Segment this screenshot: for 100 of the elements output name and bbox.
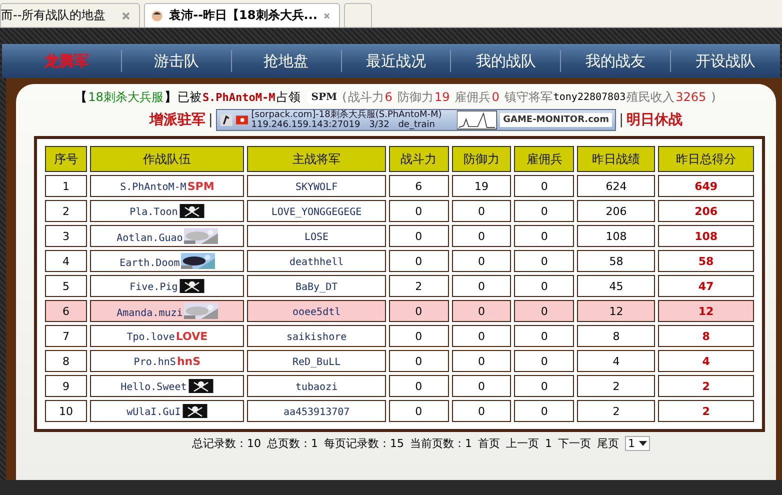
table-cell: 1 — [45, 175, 87, 197]
occupied-text: 占领 — [276, 88, 300, 106]
table-cell: SKYWOLF — [247, 175, 386, 197]
general-name: tony22807803 — [553, 92, 626, 102]
banner-players: 3/32 — [369, 120, 390, 130]
table-cell: 0 — [452, 400, 512, 422]
table-cell: 8 — [45, 350, 87, 372]
table-cell: 0 — [514, 200, 574, 222]
team-link[interactable]: wUlaI.GuI — [126, 407, 181, 418]
table-cell: 58 — [658, 250, 754, 272]
stat-label: 雇佣兵 — [454, 88, 491, 106]
table-cell: 3 — [45, 225, 87, 247]
page-select[interactable]: 1 — [625, 436, 650, 451]
browser-tab[interactable]: 而--所有战队的地盘 — [0, 3, 140, 27]
table-cell: deathhell — [247, 250, 386, 272]
reinforce-link[interactable]: 增派驻军 — [149, 111, 206, 129]
column-header: 战斗力 — [388, 146, 449, 172]
income-value: 3265 — [676, 90, 706, 104]
nav-link[interactable]: 抢地盘 — [232, 52, 341, 70]
table-cell: 12 — [658, 300, 754, 322]
team-link[interactable]: Tpo.love — [126, 332, 175, 342]
team-logo: SPM — [187, 180, 214, 192]
table-cell: 10 — [45, 400, 87, 422]
nav-link[interactable]: 我的战友 — [561, 52, 670, 70]
owner-name: S.PhAntoM-M — [202, 90, 276, 104]
team-link[interactable]: Pro.hnS — [134, 356, 176, 368]
team-link[interactable]: Aotlan.Guao — [116, 233, 183, 244]
table-cell: 206 — [577, 200, 656, 222]
table-cell: 0 — [514, 275, 574, 297]
table-cell: 0 — [514, 225, 574, 247]
table-cell: 4 — [45, 250, 87, 272]
skull-crossbones-icon — [178, 279, 205, 293]
general-label: 镇守将军 — [504, 88, 552, 106]
separator-text: | — [619, 112, 624, 128]
stat-label: 战斗力 — [348, 88, 384, 106]
banner-map: de_train — [398, 120, 435, 130]
pager-link[interactable]: 首页 — [478, 436, 500, 451]
close-icon[interactable] — [121, 10, 131, 20]
server-banner[interactable]: [sorpack.com]-18刺杀大兵服(S.PhAntoM-M) 119.246.159.143:27019 3/32 de_train GAME-MONITOR.com — [216, 109, 616, 131]
pager-link[interactable]: 上一页 — [506, 436, 539, 451]
column-header: 主战将军 — [247, 146, 386, 172]
column-header: 雇佣兵 — [514, 146, 574, 172]
team-logo: hnS — [176, 354, 201, 368]
truce-link[interactable]: 明日休战 — [626, 111, 683, 129]
nav-link[interactable]: 最近战况 — [342, 52, 450, 70]
table-cell: 0 — [514, 250, 574, 272]
team-link[interactable]: Amanda.muzi — [116, 308, 183, 319]
bracket-text: 】 — [164, 88, 176, 106]
browser-tab[interactable]: 袁沛--昨日【18刺杀大兵... — [144, 3, 340, 27]
nav-link[interactable]: 游击队 — [122, 52, 231, 70]
table-cell: 2 — [388, 275, 449, 297]
table-cell: 0 — [452, 200, 512, 222]
team-link[interactable]: Five.Pig — [130, 282, 178, 293]
income-label: 殖民收入 — [626, 88, 675, 106]
pager-link[interactable]: 尾页 — [597, 436, 619, 451]
table-cell: 4 — [658, 350, 754, 372]
team-link[interactable]: Hello.Sweet — [120, 382, 187, 393]
game-icon — [220, 114, 233, 126]
table-cell: 0 — [514, 375, 574, 397]
pager-link[interactable]: 下一页 — [558, 436, 591, 451]
new-tab-button[interactable] — [344, 3, 372, 27]
column-header: 昨日总得分 — [658, 146, 754, 172]
table-cell: 2 — [577, 400, 656, 422]
table-cell: 108 — [577, 225, 656, 247]
table-cell: 8 — [658, 325, 754, 347]
column-header: 序号 — [45, 146, 87, 172]
banner-brand: GAME-MONITOR.com — [500, 113, 612, 127]
stat-value: 6 — [384, 90, 392, 104]
pager-text: 每页记录数：15 — [324, 436, 404, 451]
table-cell: 0 — [388, 250, 449, 272]
table-cell: 0 — [452, 350, 512, 372]
table-cell: 0 — [388, 300, 449, 322]
table-cell: 12 — [577, 300, 656, 322]
table-cell: 45 — [577, 275, 656, 297]
table-cell: LOVE_YONGGEGEGE — [247, 200, 386, 222]
flag-icon — [236, 114, 248, 126]
table-cell: aa453913707 — [247, 400, 386, 422]
table-cell: 0 — [514, 175, 574, 197]
team-link[interactable]: S.PhAntoM-M — [120, 182, 186, 192]
team-link[interactable]: Earth.Doom — [120, 258, 180, 269]
stat-value: 19 — [434, 90, 450, 104]
table-cell: 649 — [658, 175, 754, 197]
table-cell: 6 — [45, 300, 87, 322]
table-cell: 2 — [577, 375, 656, 397]
skull-crossbones-icon — [178, 204, 205, 218]
table-cell: BaBy_DT — [247, 275, 386, 297]
table-cell: 206 — [658, 200, 754, 222]
stat-value: 0 — [492, 90, 500, 104]
paren-text: ( — [342, 90, 347, 104]
table-cell: 2 — [658, 375, 754, 397]
table-cell: 0 — [452, 225, 512, 247]
nav-link[interactable]: 开设战队 — [671, 52, 780, 70]
table-cell: 6 — [388, 175, 449, 197]
table-cell: 0 — [388, 200, 449, 222]
nav-link[interactable]: 我的战队 — [451, 52, 560, 70]
pager-link[interactable]: 1 — [545, 437, 552, 450]
team-link[interactable]: Pla.Toon — [130, 207, 178, 218]
skull-crossbones-icon — [188, 379, 214, 393]
pager-text: 总页数：1 — [267, 436, 318, 451]
close-icon[interactable] — [323, 10, 331, 20]
